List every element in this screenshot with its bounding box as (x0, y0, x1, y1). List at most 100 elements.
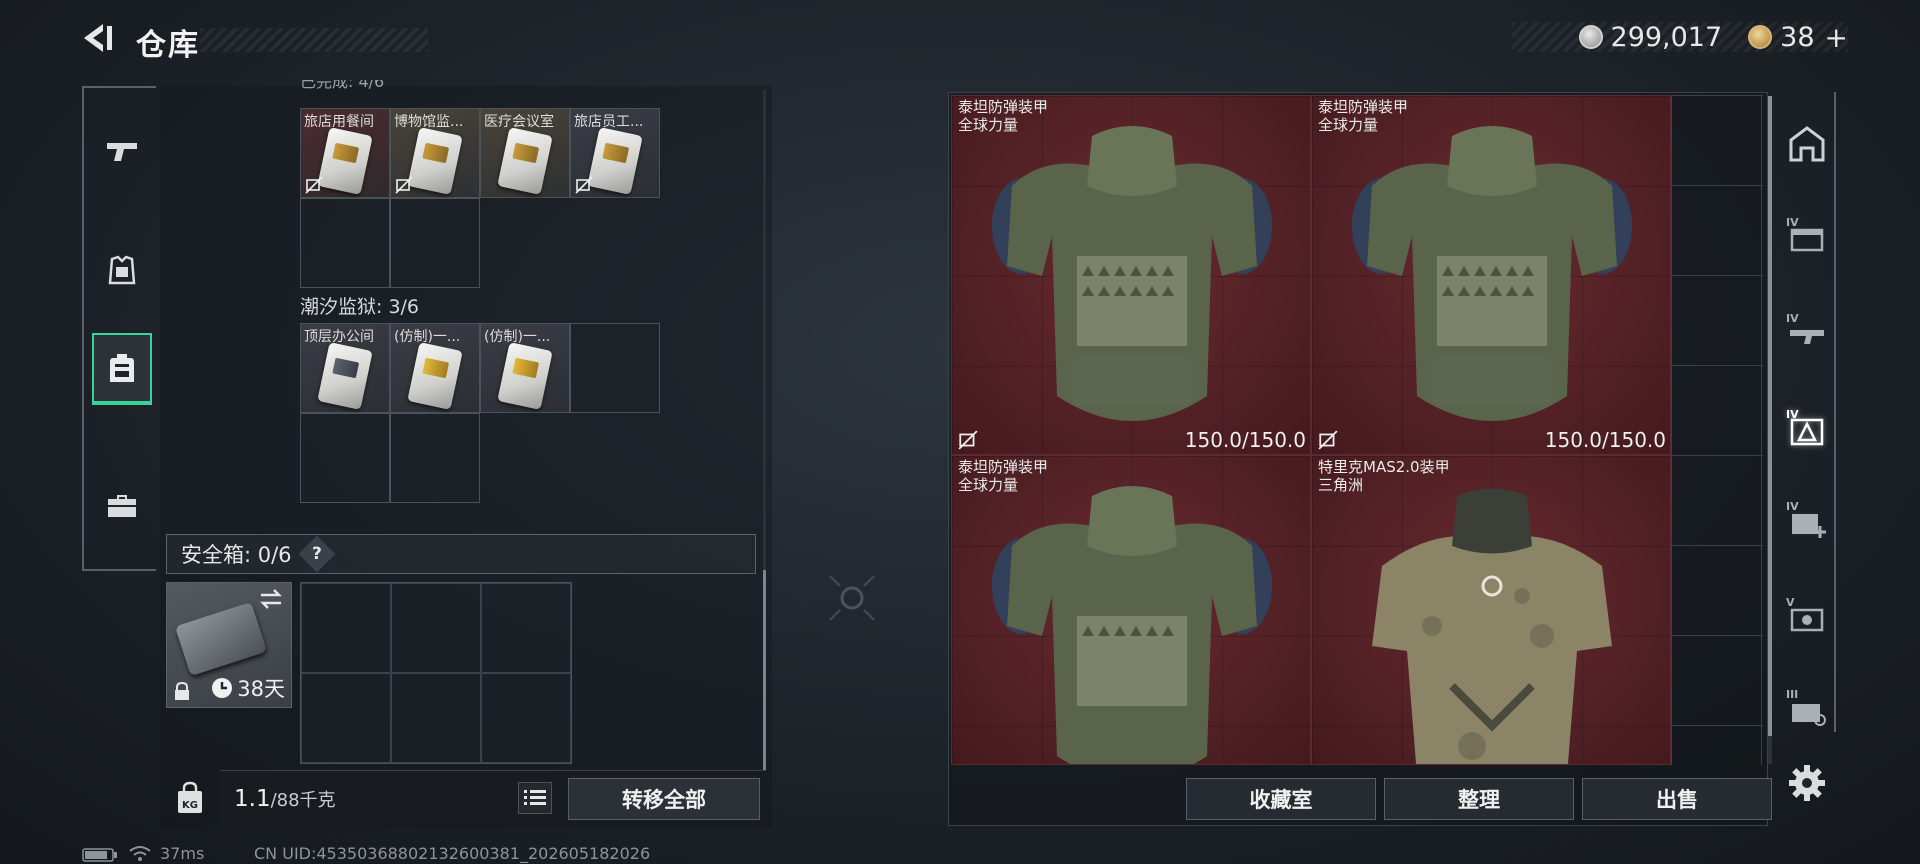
gold-coin-icon (1748, 25, 1773, 49)
empty-slot[interactable] (391, 583, 481, 673)
item-name: 博物馆监... (394, 114, 464, 130)
weight-lock-button[interactable]: KG (166, 770, 214, 826)
armor-vest-image (992, 486, 1272, 764)
item-slot[interactable]: 医疗会议室 (480, 108, 570, 198)
category-armory[interactable] (1780, 114, 1834, 172)
nav-armor[interactable] (92, 236, 152, 306)
collection-room-button[interactable]: 收藏室 (1186, 778, 1376, 820)
list-icon (524, 790, 546, 805)
armor-item[interactable]: 泰坦防弹装甲 全球力量 150.0/150.0 (951, 95, 1311, 455)
stash-scrollbar[interactable] (1768, 96, 1772, 764)
battery-icon (82, 848, 117, 862)
gun-icon (107, 143, 137, 161)
wifi-icon (129, 846, 151, 861)
svg-text:V: V (1786, 596, 1795, 609)
medical-tier-icon: IV (1786, 500, 1826, 538)
item-slot[interactable]: 博物馆监... (390, 108, 480, 198)
keycard-image (317, 342, 373, 410)
empty-slot[interactable] (481, 583, 571, 673)
empty-slot[interactable] (481, 673, 571, 763)
empty-slot[interactable] (300, 198, 390, 288)
briefcase-icon (108, 495, 136, 517)
keycard-image (497, 127, 553, 195)
item-name: 旅店用餐间 (304, 114, 374, 130)
silver-coin-icon (1578, 25, 1603, 49)
crosshair-icon (829, 575, 875, 621)
back-arrow-icon (84, 24, 112, 52)
weight-readout: 1.1/88千克 (234, 786, 336, 812)
empty-slot[interactable] (301, 673, 391, 763)
armor-name: 特里克MAS2.0装甲 三角洲 (1318, 458, 1450, 494)
organize-button[interactable]: 整理 (1384, 778, 1574, 820)
inventory-scrollbar[interactable] (763, 90, 766, 770)
empty-slot[interactable] (390, 413, 480, 503)
no-trade-icon (305, 176, 323, 194)
weight-current: 1.1 (234, 786, 271, 812)
item-slot[interactable]: (仿制)一... (480, 323, 570, 413)
armory-icon (1789, 126, 1825, 162)
svg-text:IV: IV (1786, 216, 1799, 229)
empty-slot[interactable] (391, 673, 481, 763)
item-slot[interactable]: 顶层办公间 (300, 323, 390, 413)
ping-readout: 37ms (160, 844, 205, 863)
sell-button[interactable]: 出售 (1582, 778, 1772, 820)
add-currency-button[interactable]: + (1825, 21, 1848, 54)
keycard-image (317, 127, 373, 195)
item-slot[interactable]: (仿制)一... (390, 323, 480, 413)
empty-slot[interactable] (390, 198, 480, 288)
category-armor[interactable]: IV (1780, 398, 1834, 456)
category-weapon[interactable]: IV (1780, 302, 1834, 360)
item-name: 医疗会议室 (484, 114, 554, 130)
category-medical[interactable]: IV (1780, 490, 1834, 548)
left-nav-rail (82, 86, 156, 571)
armor-durability: 150.0/150.0 (1544, 428, 1666, 452)
clock-icon (212, 678, 233, 698)
empty-slot[interactable] (570, 323, 660, 413)
list-view-button[interactable] (518, 782, 552, 814)
safe-timer: 38天 (211, 673, 285, 703)
safe-box-grid (300, 582, 572, 764)
empty-slot[interactable] (300, 413, 390, 503)
item-slot[interactable]: 旅店员工... (570, 108, 660, 198)
keycard-image (407, 342, 463, 410)
transfer-all-button[interactable]: 转移全部 (568, 778, 760, 820)
keycard-grid-1: 旅店用餐间 博物馆监... 医疗会议室 旅店员工... (300, 108, 660, 288)
armor-vest-image (1372, 488, 1612, 764)
item-name: 顶层办公间 (304, 329, 374, 345)
group-label: 潮汐监狱: 3/6 (300, 296, 420, 318)
title-decoration (200, 28, 428, 52)
svg-text:III: III (1786, 688, 1798, 701)
armor-item[interactable]: 特里克MAS2.0装甲 三角洲 (1311, 455, 1671, 765)
backpack-icon (110, 354, 134, 382)
safe-box-item[interactable]: 38天 (166, 582, 292, 708)
armor-durability: 150.0/150.0 (1184, 428, 1306, 452)
safe-case-image (174, 601, 268, 677)
weapon-tier-icon: IV (1786, 312, 1824, 344)
nav-backpack[interactable] (92, 333, 152, 405)
safe-timer-text: 38天 (237, 677, 285, 701)
weight-icon: KG (178, 781, 202, 813)
lock-icon (175, 681, 189, 700)
category-misc[interactable]: III (1780, 678, 1834, 736)
swap-icon[interactable] (257, 587, 285, 611)
nav-weapons[interactable] (92, 116, 152, 186)
back-button[interactable] (78, 18, 118, 58)
weight-max: /88千克 (270, 790, 336, 811)
nav-briefcase[interactable] (92, 470, 152, 540)
no-trade-icon (1318, 430, 1338, 450)
category-container[interactable]: IV (1780, 206, 1834, 264)
category-keys[interactable]: V (1780, 586, 1834, 644)
settings-gear-icon[interactable] (1786, 762, 1828, 804)
container-tier-icon: IV (1786, 216, 1824, 252)
item-slot[interactable]: 旅店用餐间 (300, 108, 390, 198)
page-title: 仓库 (136, 28, 200, 63)
armor-item[interactable]: 泰坦防弹装甲 全球力量 (951, 455, 1311, 765)
empty-slot[interactable] (301, 583, 391, 673)
armor-item[interactable]: 泰坦防弹装甲 全球力量 150.0/150.0 (1311, 95, 1671, 455)
item-name: (仿制)一... (394, 329, 461, 345)
item-name: (仿制)一... (484, 329, 551, 345)
armor-tier-icon: IV (1786, 408, 1824, 446)
armor-vest-image (1352, 126, 1632, 421)
keycard-image (587, 127, 643, 195)
help-button[interactable]: ? (298, 535, 335, 573)
